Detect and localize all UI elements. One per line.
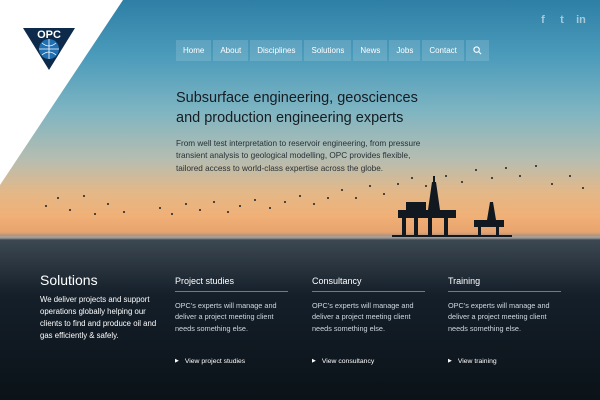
view-training-link[interactable]: ▶ View training (448, 358, 561, 365)
search-button[interactable] (465, 40, 489, 61)
hero-paragraph: From well test interpretation to reservo… (176, 139, 421, 173)
hero: Subsurface engineering, geosciences and … (176, 88, 436, 175)
main-nav: Home About Disciplines Solutions News Jo… (176, 40, 489, 61)
linkedin-icon[interactable]: in (576, 14, 586, 26)
solutions-title: Solutions (40, 272, 98, 288)
link-label: View training (457, 358, 497, 365)
nav-item-disciplines[interactable]: Disciplines (250, 40, 303, 61)
link-label: View project studies (184, 358, 246, 365)
facebook-icon[interactable]: f (538, 14, 548, 26)
nav-item-jobs[interactable]: Jobs (389, 40, 421, 61)
search-icon (473, 46, 482, 55)
nav-item-contact[interactable]: Contact (422, 40, 464, 61)
nav-item-news[interactable]: News (353, 40, 388, 61)
oil-rig-silhouette (392, 176, 512, 237)
hero-heading-line-2: and production engineering experts (176, 110, 404, 126)
hero-heading: Subsurface engineering, geosciences and … (176, 88, 436, 128)
logo-text: OPC (37, 29, 61, 41)
play-arrow-icon: ▶ (175, 358, 179, 365)
column-text: OPC's experts will manage and deliver a … (175, 301, 277, 333)
page: OPC f t in Home About Disciplines Soluti… (0, 0, 600, 400)
column-title: Consultancy (312, 276, 425, 292)
nav-item-about[interactable]: About (213, 40, 249, 61)
opc-logo[interactable]: OPC (23, 24, 75, 72)
social-links: f t in (538, 14, 586, 26)
column-title: Training (448, 276, 561, 292)
twitter-icon[interactable]: t (557, 14, 567, 26)
play-arrow-icon: ▶ (448, 358, 452, 365)
column-training: Training OPC's experts will manage and d… (448, 276, 561, 365)
column-text: OPC's experts will manage and deliver a … (312, 301, 414, 333)
view-consultancy-link[interactable]: ▶ View consultancy (312, 358, 425, 365)
link-label: View consultancy (321, 358, 375, 365)
column-project-studies: Project studies OPC's experts will manag… (175, 276, 288, 365)
solutions-text: We deliver projects and support operatio… (40, 295, 157, 340)
column-text: OPC's experts will manage and deliver a … (448, 301, 550, 333)
column-title: Project studies (175, 276, 288, 292)
hero-heading-line-1: Subsurface engineering, geosciences (176, 90, 418, 106)
nav-item-home[interactable]: Home (176, 40, 212, 61)
view-project-studies-link[interactable]: ▶ View project studies (175, 358, 288, 365)
column-consultancy: Consultancy OPC's experts will manage an… (312, 276, 425, 365)
play-arrow-icon: ▶ (312, 358, 316, 365)
nav-item-solutions[interactable]: Solutions (304, 40, 352, 61)
